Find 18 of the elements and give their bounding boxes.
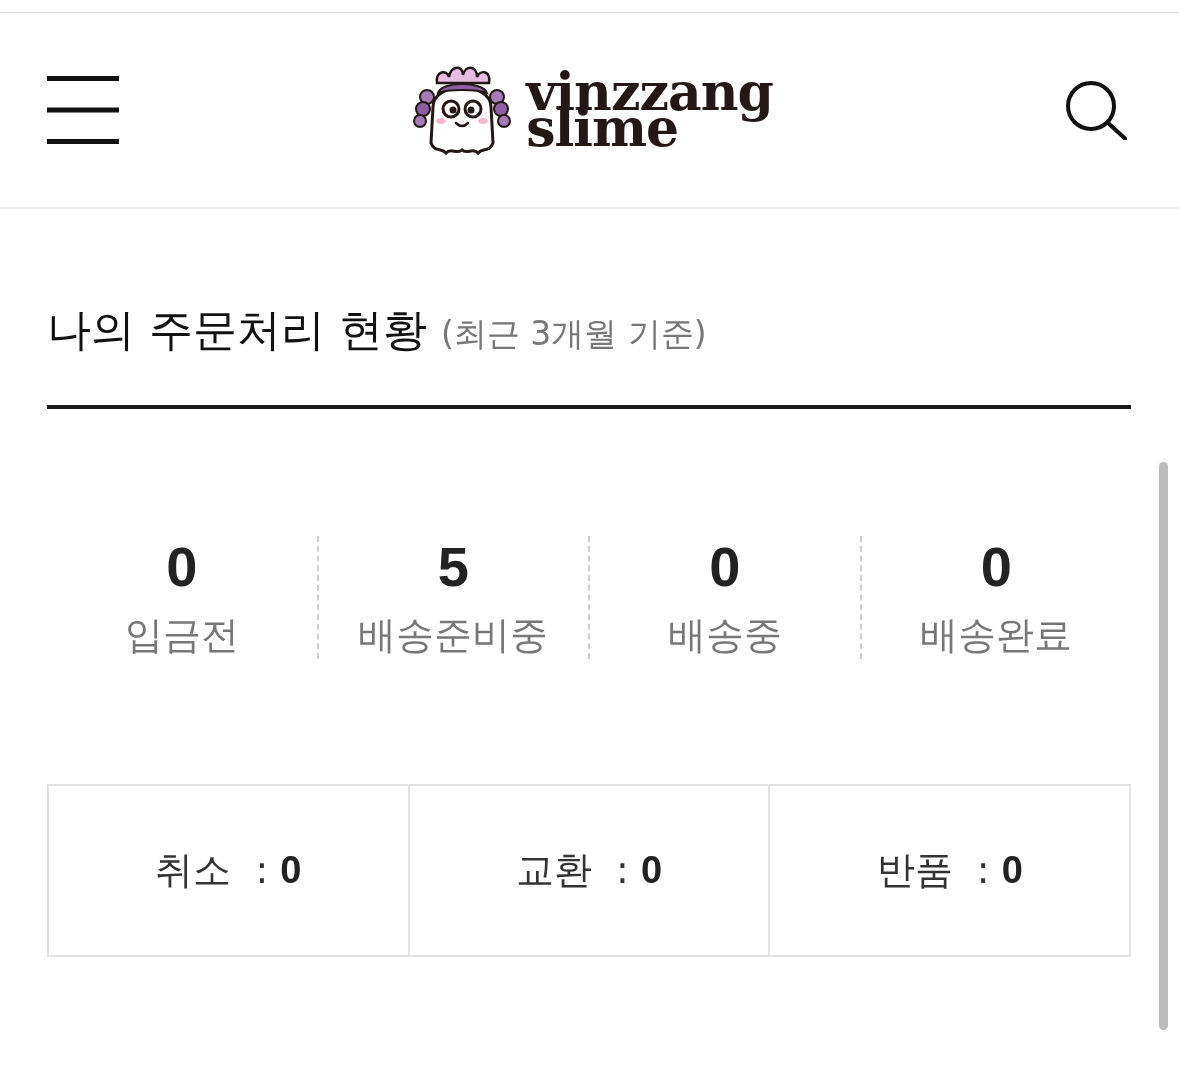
order-count: 0 [980,535,1012,598]
order-status-label: 배송완료 [920,613,1073,659]
order-status-label: 배송중 [667,613,782,659]
logo-text[interactable]: vinzzang slime [526,61,773,159]
order-count: 5 [437,535,469,598]
claim-count: 반품 : 0 [876,847,1023,894]
order-count: 0 [709,535,741,598]
section-subtitle: (최근 3개월 기준) [441,314,707,354]
claim-count: 취소 : 0 [155,847,302,894]
order-count: 0 [166,535,198,598]
menu-icon[interactable] [47,76,119,144]
claim-count: 교환 : 0 [515,847,663,894]
search-icon[interactable] [1065,80,1127,140]
ghost-mascot-icon [411,63,514,157]
scrollbar-thumb[interactable] [1159,462,1168,1030]
order-status-label: 배송준비중 [358,613,549,659]
order-status-label: 입금전 [124,613,239,659]
section-title: 나의 주문처리 현황 [47,304,427,357]
